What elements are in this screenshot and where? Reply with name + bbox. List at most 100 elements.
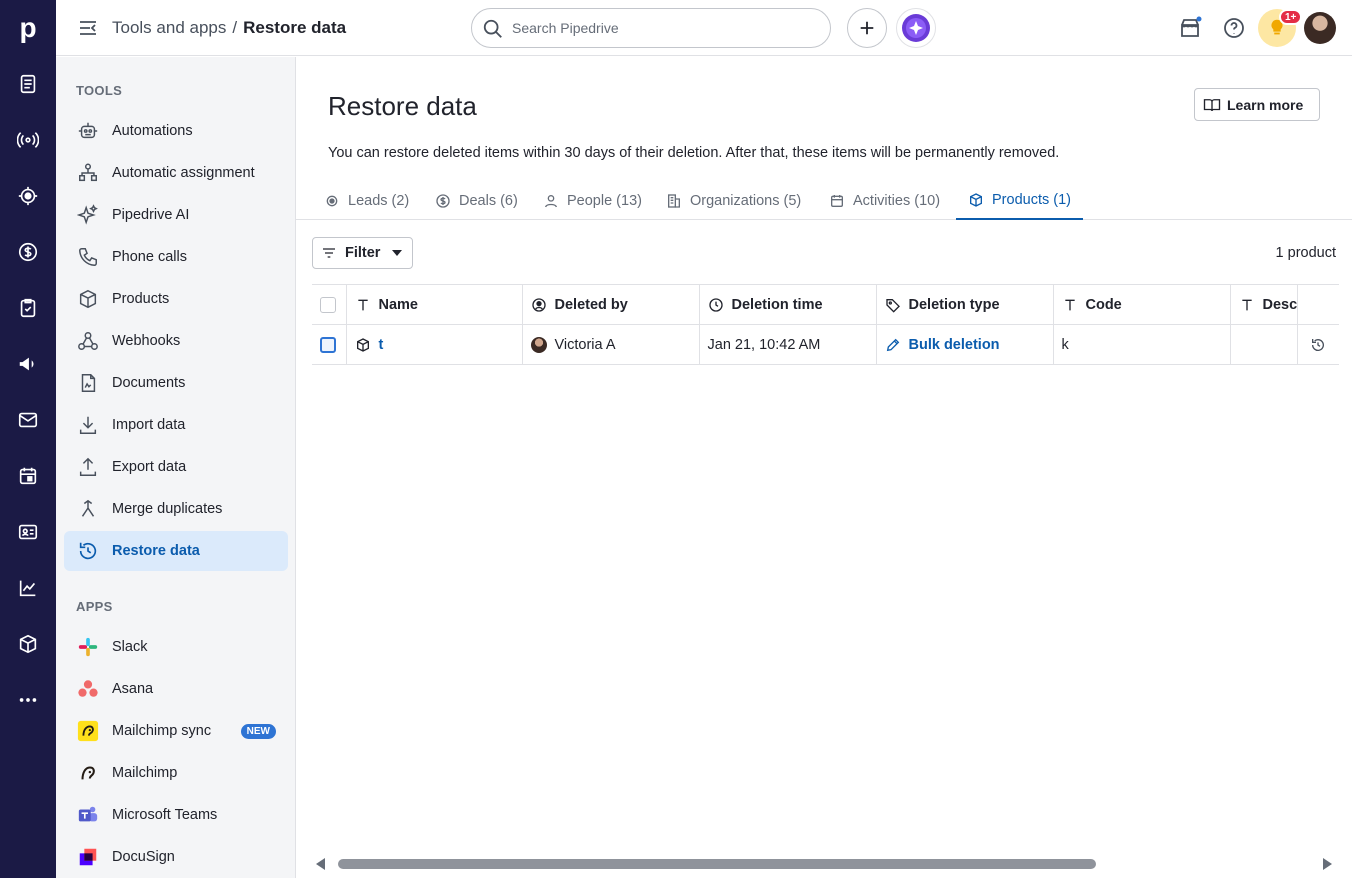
activities-icon[interactable] (14, 294, 42, 322)
marketplace-icon[interactable] (1178, 16, 1202, 40)
dollar-icon (436, 193, 450, 208)
campaigns-icon[interactable] (14, 350, 42, 378)
sidebar-item-label: Mailchimp sync (112, 723, 212, 739)
product-name-link[interactable]: t (379, 337, 384, 353)
sidebar-item-label: Import data (112, 417, 186, 433)
column-header-deletion-type[interactable]: Deletion type (876, 284, 1054, 325)
calendar-icon[interactable] (14, 462, 42, 490)
tab-leads[interactable]: Leads (2) (312, 181, 421, 220)
ai-assistant-button[interactable] (896, 8, 936, 48)
main-content: Restore data Learn more You can restore … (296, 57, 1352, 878)
learn-more-button[interactable]: Learn more (1194, 88, 1320, 121)
column-header-deleted-by[interactable]: Deleted by (522, 284, 700, 325)
column-header-deletion-time[interactable]: Deletion time (699, 284, 877, 325)
tab-label: Activities (10) (853, 192, 941, 209)
tab-organizations[interactable]: Organizations (5) (654, 181, 813, 220)
deals-icon[interactable] (14, 126, 42, 154)
row-checkbox[interactable] (320, 336, 336, 353)
tab-people[interactable]: People (13) (531, 181, 654, 220)
description-cell (1230, 324, 1299, 365)
column-header-name[interactable]: Name (346, 284, 523, 325)
insights-icon[interactable] (14, 574, 42, 602)
sidebar-item-webhooks[interactable]: Webhooks (64, 321, 288, 361)
leads-icon[interactable] (14, 70, 42, 98)
sidebar-item-mailchimp[interactable]: Mailchimp (64, 753, 288, 793)
sidebar-item-docusign[interactable]: DocuSign (64, 837, 288, 877)
deletion-time-cell: Jan 21, 10:42 AM (699, 324, 877, 365)
scroll-right-icon[interactable] (1323, 858, 1332, 870)
person-icon (545, 194, 557, 207)
table-row[interactable]: t Victoria A Jan 21, 10:42 AM Bulk delet… (312, 324, 1339, 365)
row-select-cell (312, 324, 347, 365)
tab-label: Deals (6) (459, 192, 518, 209)
menu-collapse-icon[interactable] (78, 18, 98, 38)
breadcrumb-current: Restore data (243, 18, 347, 37)
column-header-label: Desc (1262, 296, 1298, 313)
sidebar-item-asana[interactable]: Asana (64, 669, 288, 709)
box-icon (970, 192, 982, 207)
teams-icon (76, 803, 100, 827)
ai-sparkle-icon (902, 14, 930, 42)
scrollbar-thumb[interactable] (338, 859, 1096, 869)
tab-deals[interactable]: Deals (6) (423, 181, 530, 220)
sidebar-item-label: Phone calls (112, 249, 187, 265)
scroll-left-icon[interactable] (316, 858, 325, 870)
deleted-by-cell: Victoria A (522, 324, 700, 365)
mail-icon[interactable] (14, 406, 42, 434)
entity-tabs: Leads (2) Deals (6) People (13) Organiza… (296, 181, 1352, 220)
sidebar-item-automations[interactable]: Automations (64, 111, 288, 151)
help-icon[interactable] (1222, 16, 1246, 40)
column-header-code[interactable]: Code (1053, 284, 1231, 325)
merge-icon (76, 497, 100, 521)
dollar-icon[interactable] (14, 238, 42, 266)
sidebar-item-products[interactable]: Products (64, 279, 288, 319)
caret-down-icon (392, 250, 402, 256)
slack-icon (76, 635, 100, 659)
sidebar-item-pipedrive-ai[interactable]: Pipedrive AI (64, 195, 288, 235)
sidebar-item-automatic-assignment[interactable]: Automatic assignment (64, 153, 288, 193)
breadcrumb-separator: / (232, 18, 238, 37)
more-icon[interactable] (14, 686, 42, 714)
pipedrive-logo[interactable]: p (0, 0, 56, 56)
page-title: Restore data (328, 91, 477, 121)
horizontal-scrollbar[interactable] (312, 856, 1336, 872)
focus-icon[interactable] (14, 182, 42, 210)
sidebar-item-mailchimp-sync[interactable]: Mailchimp sync NEW (64, 711, 288, 751)
column-header-description[interactable]: Desc (1230, 284, 1299, 325)
contacts-icon[interactable] (14, 518, 42, 546)
breadcrumb-parent[interactable]: Tools and apps (112, 18, 226, 37)
sidebar-item-microsoft-teams[interactable]: Microsoft Teams (64, 795, 288, 835)
sidebar-item-export-data[interactable]: Export data (64, 447, 288, 487)
user-avatar[interactable] (1304, 12, 1336, 44)
products-icon[interactable] (14, 630, 42, 658)
sidebar-item-documents[interactable]: Documents (64, 363, 288, 403)
search-icon (483, 19, 502, 38)
sidebar-item-import-data[interactable]: Import data (64, 405, 288, 445)
select-all-cell (312, 284, 347, 325)
code-cell: k (1053, 324, 1231, 365)
sidebar-item-label: Mailchimp (112, 765, 178, 781)
tab-products[interactable]: Products (1) (956, 181, 1083, 220)
search-input[interactable]: Search Pipedrive (471, 8, 831, 48)
navigation-rail: p (0, 0, 56, 878)
sidebar-item-label: Webhooks (112, 333, 181, 349)
sidebar-item-slack[interactable]: Slack (64, 627, 288, 667)
calendar-icon (831, 194, 843, 207)
sidebar-item-label: Asana (112, 681, 154, 697)
restore-icon[interactable] (1310, 337, 1326, 353)
page-description: You can restore deleted items within 30 … (328, 145, 1060, 161)
sidebar-item-phone-calls[interactable]: Phone calls (64, 237, 288, 277)
select-all-checkbox[interactable] (320, 296, 336, 313)
sidebar-item-label: Documents (112, 375, 186, 391)
name-cell: t (346, 324, 523, 365)
sidebar-item-merge-duplicates[interactable]: Merge duplicates (64, 489, 288, 529)
add-button[interactable] (847, 8, 887, 48)
filter-button[interactable]: Filter (312, 237, 413, 269)
clock-icon (708, 297, 723, 312)
text-field-icon (1241, 299, 1252, 310)
docusign-icon (76, 845, 100, 869)
sidebar-item-restore-data[interactable]: Restore data (64, 531, 288, 571)
building-icon (668, 193, 680, 208)
deletion-type-link[interactable]: Bulk deletion (909, 337, 1000, 353)
tab-activities[interactable]: Activities (10) (817, 181, 952, 220)
